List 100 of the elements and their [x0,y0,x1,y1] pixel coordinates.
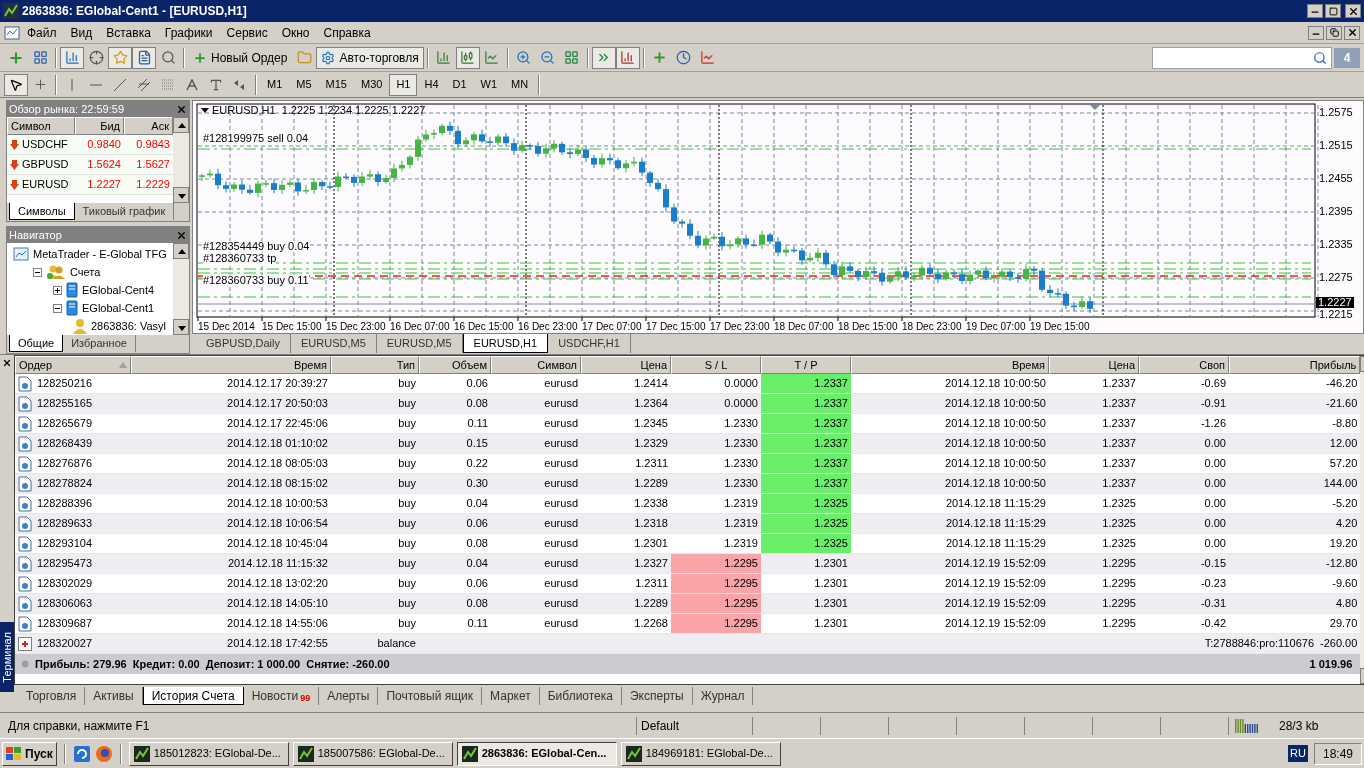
order-cell[interactable]: 128309687 [15,614,131,633]
price-label: 1.2275 [1319,272,1353,283]
symbol-cell-text: eurusd [543,556,579,572]
timeframe-button[interactable]: W1 [473,73,505,96]
tree-item[interactable]: 2863836: Vasyl [91,317,167,335]
column-header[interactable]: Время [851,356,1049,374]
time-cell-text: 2014.12.17 20:50:03 [226,396,329,412]
timeframe-button[interactable]: M15 [318,73,354,96]
order-cell[interactable]: 128295473 [15,554,131,573]
chart-tab[interactable]: EURUSD,H1 [462,334,549,353]
chart-tab[interactable]: GBPUSD,Daily [196,334,291,353]
tree-item[interactable]: Счета [70,263,101,281]
terminal-tab[interactable]: Почтовый ящик [378,687,483,705]
menu-item[interactable]: Справка [316,23,378,42]
terminal-tab[interactable]: Маркет [482,687,540,705]
symbol-cell[interactable]: EURUSD [7,175,75,194]
order-cell[interactable]: 128278824 [15,474,131,493]
order-cell[interactable]: 128288396 [15,494,131,513]
order-cell[interactable]: 128289633 [15,514,131,533]
bid-cell-text: 1.5624 [86,157,122,173]
order-cell[interactable]: 128276876 [15,454,131,473]
terminal-tab[interactable]: Активы [85,687,143,705]
panel-tab[interactable]: Общие [9,335,64,352]
terminal-tab[interactable]: История Счета [142,687,244,705]
tree-item[interactable]: EGlobal-Cent1 [82,299,155,317]
bid-price-badge: 1.2227 [1316,297,1354,308]
order-cell[interactable]: 128306063 [15,594,131,613]
chart-tab[interactable]: USDCHF,H1 [548,334,631,353]
column-header[interactable]: Цена [581,356,671,374]
order-cell[interactable]: 128320027 [15,634,131,653]
toolbar-button[interactable]: Новый Ордер [188,46,293,69]
taskbar-task[interactable]: 184969181: EGlobal-De... [620,741,781,766]
panel-tab[interactable]: Тиковый график [74,203,175,220]
price-cell-text: 1.2268 [633,616,669,632]
terminal-tab[interactable]: Новости 99 [243,687,320,705]
order-cell[interactable]: 128265679 [15,414,131,433]
terminal-tab[interactable]: Эксперты [621,687,693,705]
timeframe-button[interactable]: H1 [389,73,418,96]
symbol-cell[interactable]: USDCHF [7,135,75,154]
order-cell[interactable]: 128250216 [15,374,131,393]
timeframe-button[interactable]: D1 [445,73,474,96]
taskbar-task[interactable]: 185007586: EGlobal-De... [292,741,453,766]
menu-item[interactable]: Вставка [99,23,158,42]
time-label: 17 Dec 23:00 [710,321,770,332]
menu-item[interactable]: Сервис [219,23,275,42]
timeframe-button[interactable]: M5 [289,73,319,96]
volume-cell-text: 0.06 [465,376,489,392]
terminal-tab[interactable]: Библиотека [539,687,622,705]
order-cell[interactable]: 128255165 [15,394,131,413]
menu-item[interactable]: Вид [63,23,100,42]
column-header[interactable]: Цена [1049,356,1139,374]
symbol-cell[interactable]: GBPUSD [7,155,75,174]
start-button[interactable]: Пуск [2,741,57,766]
menu-item[interactable]: Файл [20,23,64,42]
menu-item[interactable]: Окно [274,23,317,42]
timeframe-button[interactable]: M30 [353,73,390,96]
toolbar-button[interactable]: Авто-торговля [316,46,424,69]
taskbar-task[interactable]: 2863836: EGlobal-Cen... [456,741,617,766]
column-header[interactable]: Символ [7,117,75,135]
chart-header: EURUSD,H1 1.2225 1.2234 1.2225 1.2227 [212,104,426,117]
time-label: 18 Dec 07:00 [774,321,834,332]
panel-tab[interactable]: Избранное [63,335,136,352]
volume-cell-text: 0.08 [465,396,489,412]
tree-item[interactable]: MetaTrader - E-Global TFG [33,245,167,263]
order-cell[interactable]: 128302029 [15,574,131,593]
column-header[interactable]: Тип [331,356,419,374]
news-count: 99 [300,693,311,703]
timeframe-button[interactable]: M1 [260,73,290,96]
column-header[interactable]: Бид [75,117,124,135]
menu-item[interactable]: Графики [157,23,220,42]
stop-loss-cell-text: 1.2330 [723,416,759,432]
order-cell[interactable]: 128268439 [15,434,131,453]
column-header[interactable]: Аск [124,117,173,135]
timeframe-button[interactable]: H4 [417,73,446,96]
column-header[interactable]: T / P [761,356,851,374]
tree-item[interactable]: EGlobal-Cent4 [82,281,155,299]
column-header[interactable]: Время [131,356,331,374]
terminal-tab[interactable]: Торговля [18,687,86,705]
stop-loss-cell-text: 0.0000 [723,396,759,412]
taskbar-task[interactable]: 185012823: EGlobal-De... [128,741,289,766]
take-profit-cell-text: 1.2301 [813,576,849,592]
column-header[interactable]: Своп [1139,356,1229,374]
column-header[interactable]: S / L [671,356,761,374]
terminal-tab[interactable]: Алерты [319,687,379,705]
price-cell-text: 1.2289 [633,476,669,492]
chart-tab[interactable]: EURUSD,M5 [376,334,463,353]
panel-tab[interactable]: Символы [9,203,75,220]
timeframe-button[interactable]: MN [504,73,536,96]
column-header[interactable]: Прибыль [1229,356,1361,374]
chart-tab[interactable]: EURUSD,M5 [290,334,377,353]
price-cell-text: 1.2327 [633,556,669,572]
type-cell-text: buy [397,476,417,492]
terminal-tab[interactable]: Журнал [692,687,754,705]
column-header[interactable]: Символ [491,356,581,374]
column-header[interactable]: Объем [419,356,491,374]
close-price-cell-text: 1.2337 [1101,396,1137,412]
close-time-cell-text: 2014.12.18 10:00:50 [944,476,1047,492]
language-indicator[interactable]: RU [1288,745,1308,762]
order-cell[interactable]: 128293104 [15,534,131,553]
column-header[interactable]: Ордер [15,356,131,374]
